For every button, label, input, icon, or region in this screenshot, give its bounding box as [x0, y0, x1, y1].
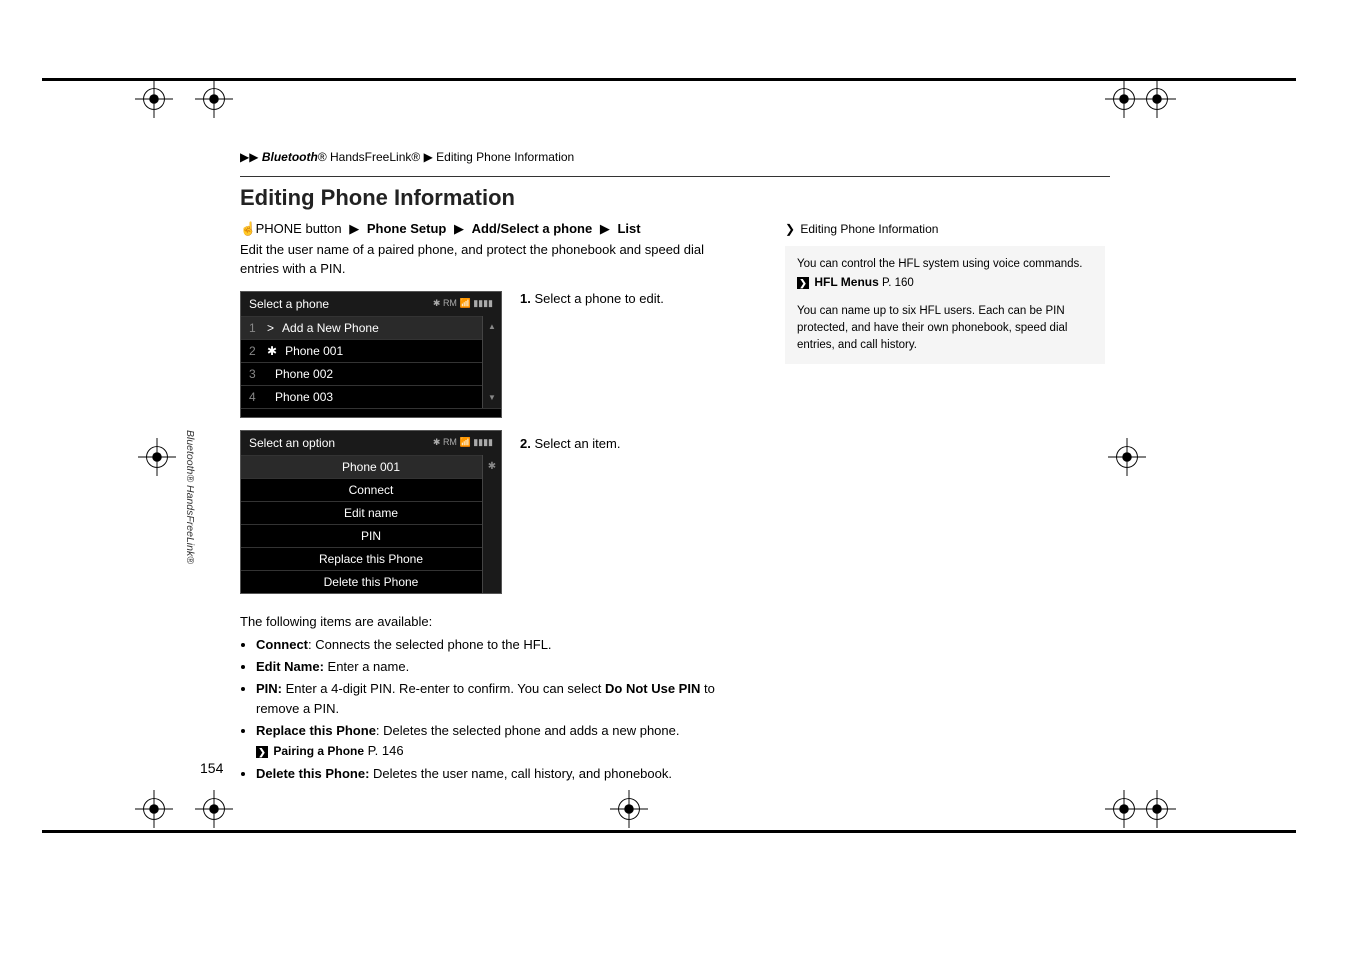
hand-icon: ☝: [240, 221, 252, 237]
screenshot-select-option: Select an option ✱ RM 📶 ▮▮▮▮ Phone 001 C…: [240, 430, 502, 594]
sidebar-text: You can control the HFL system using voi…: [797, 256, 1093, 273]
breadcrumb-item: Editing Phone Information: [436, 150, 574, 164]
option-item: PIN: [241, 524, 501, 547]
print-registration-bottom: [42, 830, 1296, 833]
chevron-right-icon: ▶: [424, 150, 433, 164]
menu-path-step: Phone Setup: [367, 221, 446, 236]
list-item: Connect: Connects the selected phone to …: [256, 635, 761, 655]
xref-icon: ❯: [785, 220, 797, 238]
side-tab-label: Bluetooth® HandsFreeLink®: [184, 430, 196, 564]
sidebar-title: ❯ Editing Phone Information: [785, 220, 1105, 238]
chevron-right-icon: ▶: [349, 221, 359, 237]
screen-title: Select an option: [249, 436, 335, 450]
registration-mark-icon: [135, 790, 173, 828]
status-icons: ✱ RM 📶 ▮▮▮▮: [433, 298, 493, 309]
menu-path-step: Add/Select a phone: [472, 221, 593, 236]
items-list: Connect: Connects the selected phone to …: [240, 635, 761, 784]
scrollbar: ✱: [482, 455, 501, 593]
registration-mark-icon: [138, 438, 176, 476]
sidebar-text: You can name up to six HFL users. Each c…: [797, 303, 1093, 355]
divider: [240, 176, 1110, 177]
items-intro: The following items are available:: [240, 614, 1110, 629]
selected-phone: Phone 001: [241, 455, 501, 478]
breadcrumb-item: Bluetooth: [262, 150, 318, 164]
bluetooth-icon: ✱: [433, 298, 441, 308]
list-item: Replace this Phone: Deletes the selected…: [256, 721, 761, 761]
xref-icon: ❯: [256, 746, 268, 758]
list-item: Edit Name: Enter a name.: [256, 657, 761, 677]
registration-mark-icon: [1108, 438, 1146, 476]
chevron-right-icon: ▶: [454, 221, 464, 237]
registration-mark-icon: [1138, 80, 1176, 118]
battery-icon: ▮▮▮▮: [473, 298, 493, 308]
scrollbar: ▲▼: [482, 316, 501, 408]
step-1: 1. Select a phone to edit.: [520, 291, 750, 306]
rm-label: RM: [443, 437, 457, 447]
scroll-up-icon: ▲: [488, 316, 496, 337]
page-title: Editing Phone Information: [240, 185, 1110, 211]
option-item: Connect: [241, 478, 501, 501]
status-icons: ✱ RM 📶 ▮▮▮▮: [433, 437, 493, 448]
list-item: Delete this Phone: Deletes the user name…: [256, 764, 761, 784]
breadcrumb: ▶▶ Bluetooth® HandsFreeLink® ▶ Editing P…: [240, 150, 1110, 164]
xref-icon: ❯: [797, 277, 809, 289]
list-item: 1>Add a New Phone: [241, 316, 501, 339]
sidebar-note: You can control the HFL system using voi…: [785, 246, 1105, 364]
chevron-right-icon: ▶: [600, 221, 610, 237]
page-number: 154: [200, 760, 223, 776]
chevron-right-icon: ▶▶: [240, 150, 258, 164]
rm-label: RM: [443, 298, 457, 308]
menu-path-step: PHONE button: [256, 221, 342, 236]
registration-mark-icon: [195, 80, 233, 118]
scroll-down-icon: ▼: [488, 387, 496, 408]
screenshot-select-phone: Select a phone ✱ RM 📶 ▮▮▮▮ 1>Add a New P…: [240, 291, 502, 418]
breadcrumb-item: ® HandsFreeLink®: [318, 150, 420, 164]
battery-icon: ▮▮▮▮: [473, 437, 493, 447]
list-item: 4Phone 003: [241, 385, 501, 408]
menu-path-step: List: [617, 221, 640, 236]
bluetooth-icon: ✱: [433, 437, 441, 447]
list-item: 3Phone 002: [241, 362, 501, 385]
option-item: Delete this Phone: [241, 570, 501, 593]
intro-text: Edit the user name of a paired phone, an…: [240, 241, 745, 279]
list-item: PIN: Enter a 4-digit PIN. Re-enter to co…: [256, 679, 761, 719]
bluetooth-icon: ✱: [488, 455, 496, 472]
registration-mark-icon: [1138, 790, 1176, 828]
option-item: Edit name: [241, 501, 501, 524]
screen-title: Select a phone: [249, 297, 329, 311]
list-item: 2✱Phone 001: [241, 339, 501, 362]
signal-icon: 📶: [459, 437, 470, 447]
option-item: Replace this Phone: [241, 547, 501, 570]
step-2: 2. Select an item.: [520, 436, 750, 451]
registration-mark-icon: [195, 790, 233, 828]
cross-reference: ❯ HFL Menus P. 160: [797, 273, 1093, 292]
signal-icon: 📶: [459, 298, 470, 308]
registration-mark-icon: [610, 790, 648, 828]
registration-mark-icon: [135, 80, 173, 118]
cross-reference: ❯ Pairing a Phone: [256, 744, 364, 758]
